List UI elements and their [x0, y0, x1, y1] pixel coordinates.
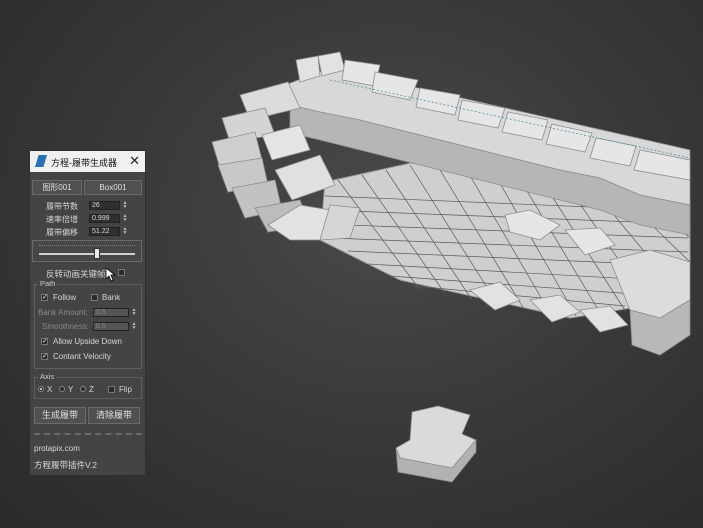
axis-x-radio[interactable]: [38, 386, 44, 392]
bank-checkbox[interactable]: [91, 294, 98, 301]
flip-label: Flip: [119, 385, 132, 394]
segments-field[interactable]: 26: [89, 201, 120, 210]
slider-thumb[interactable]: [93, 248, 100, 259]
axis-group-label: Axis: [38, 372, 57, 381]
shape-pick-button[interactable]: 图形001: [32, 180, 82, 195]
offset-field[interactable]: 51.22: [89, 227, 120, 236]
offset-label: 履带偏移: [46, 228, 78, 237]
bank-amount-spinner-arrows[interactable]: ▲ ▼: [131, 308, 137, 317]
path-group: Path ✓ Follow Bank Bank Amount: 0.5 ▲ ▼ S…: [34, 279, 142, 369]
bank-label: Bank: [102, 293, 121, 302]
offset-spinner-arrows[interactable]: ▲ ▼: [122, 227, 128, 236]
speed-field[interactable]: 0.999: [89, 214, 120, 223]
bank-amount-field[interactable]: 0.5: [93, 308, 129, 317]
axis-x-label: X: [47, 385, 53, 394]
segments-label: 履带节数: [46, 202, 78, 211]
website-link[interactable]: protapix.com: [34, 444, 80, 453]
flip-checkbox[interactable]: [108, 386, 115, 393]
mouse-cursor-icon: [106, 268, 116, 282]
smoothness-field[interactable]: 0.5: [93, 322, 129, 331]
offset-slider[interactable]: [32, 240, 142, 262]
allow-upside-down-checkbox[interactable]: ✓: [41, 338, 48, 345]
bank-amount-label: Bank Amount:: [38, 308, 88, 317]
follow-checkbox[interactable]: ✓: [41, 294, 48, 301]
axis-y-label: Y: [68, 385, 74, 394]
smoothness-label: Smoothness:: [42, 322, 89, 331]
axis-z-radio[interactable]: [80, 386, 86, 392]
speed-spinner-arrows[interactable]: ▲ ▼: [122, 214, 128, 223]
box-pick-button[interactable]: Box001: [84, 180, 142, 195]
panel-title: 方程-履带生成器: [51, 158, 117, 168]
smoothness-spinner-arrows[interactable]: ▲ ▼: [131, 322, 137, 331]
path-group-label: Path: [38, 279, 58, 288]
single-track-link: [395, 405, 477, 483]
plugin-version-label: 方程履带插件V.2: [34, 460, 97, 470]
slider-ticks: [39, 245, 135, 246]
axis-group: Axis X Y Z Flip: [34, 372, 142, 399]
track-belt-model: [211, 51, 691, 483]
constant-velocity-label: Contant Velocity: [53, 352, 111, 361]
close-icon[interactable]: ✕: [129, 153, 140, 169]
panel-titlebar: 方程-履带生成器 ✕: [30, 151, 145, 172]
axis-y-radio[interactable]: [59, 386, 65, 392]
slider-track: [39, 253, 135, 255]
generate-track-button[interactable]: 生成履带: [34, 407, 86, 424]
constant-velocity-checkbox[interactable]: ✓: [41, 353, 48, 360]
app-logo-icon: [35, 155, 47, 167]
clear-track-button[interactable]: 清除履带: [88, 407, 140, 424]
follow-label: Follow: [53, 293, 77, 302]
allow-upside-down-label: Allow Upside Down: [53, 337, 122, 346]
track-generator-panel: 方程-履带生成器 ✕ 图形001 Box001 履带节数 26 ▲ ▼ 速率倍增 …: [29, 150, 146, 476]
segments-spinner-arrows[interactable]: ▲ ▼: [122, 201, 128, 210]
speed-label: 速率倍增: [46, 215, 78, 224]
axis-z-label: Z: [89, 385, 94, 394]
reverse-keyframes-checkbox[interactable]: [118, 269, 125, 276]
panel-divider: [34, 433, 142, 435]
